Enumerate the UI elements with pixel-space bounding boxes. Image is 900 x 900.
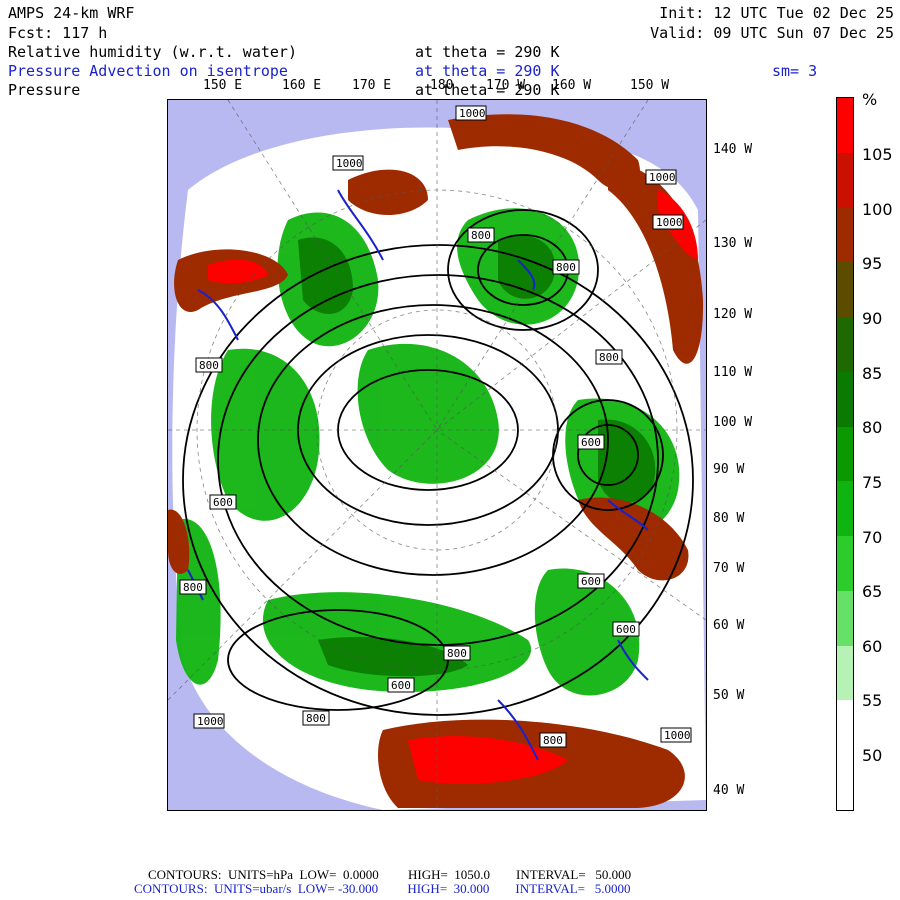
contour-label: 600 [581, 575, 601, 588]
field-2-name: Pressure Advection on isentrope [8, 62, 288, 80]
init-time: Init: 12 UTC Tue 02 Dec 25 [659, 4, 894, 22]
colorbar-label: 75 [862, 473, 883, 492]
colorbar-label: 50 [862, 746, 883, 765]
rh-colorbar [836, 97, 854, 811]
rh-field-map: 1000 1000 800 800 1000 1000 800 800 600 … [168, 100, 706, 810]
contour-label: 800 [543, 734, 563, 747]
contour-label: 600 [616, 623, 636, 636]
contour-label: 800 [556, 261, 576, 274]
colorbar-segment [837, 426, 853, 482]
lon-label-160w: 160 W [552, 78, 592, 93]
lon-label-40w: 40 W [713, 783, 745, 798]
colorbar-segment [837, 262, 853, 318]
lon-label-180: 180 [430, 78, 454, 93]
valid-time: Valid: 09 UTC Sun 07 Dec 25 [650, 24, 894, 42]
contour-label: 600 [391, 679, 411, 692]
field-3-name: Pressure [8, 81, 81, 99]
colorbar-segment [837, 590, 853, 646]
contour-label: 1000 [649, 171, 676, 184]
contour-label: 1000 [664, 729, 691, 742]
lon-label-80w: 80 W [713, 511, 745, 526]
contour-label: 800 [199, 359, 219, 372]
field-1-name: Relative humidity (w.r.t. water) [8, 43, 297, 61]
lon-label-170w: 170 W [486, 78, 526, 93]
contour-label: 800 [306, 712, 326, 725]
lon-label-150e: 150 E [203, 78, 243, 93]
lon-label-160e: 160 E [282, 78, 322, 93]
contour-label: 800 [447, 647, 467, 660]
lon-label-120w: 120 W [713, 307, 753, 322]
colorbar-segment [837, 645, 853, 701]
lon-label-50w: 50 W [713, 688, 745, 703]
lon-label-60w: 60 W [713, 618, 745, 633]
colorbar-label: 85 [862, 364, 883, 383]
colorbar-segment [837, 207, 853, 263]
colorbar-segment [837, 152, 853, 208]
lon-label-70w: 70 W [713, 561, 745, 576]
contour-label: 1000 [336, 157, 363, 170]
field-2-smoothing: sm= 3 [772, 62, 818, 80]
colorbar-segment [837, 317, 853, 373]
colorbar-label: 70 [862, 528, 883, 547]
forecast-hour: Fcst: 117 h [8, 24, 108, 42]
contour-label: 1000 [197, 715, 224, 728]
colorbar-segment [837, 481, 853, 537]
colorbar-label: 95 [862, 254, 883, 273]
colorbar-unit: % [862, 90, 878, 109]
colorbar-label: 55 [862, 691, 883, 710]
contour-label: 600 [581, 436, 601, 449]
colorbar-segment [837, 755, 853, 811]
colorbar-segment [837, 700, 853, 756]
map-panel: 1000 1000 800 800 1000 1000 800 800 600 … [167, 99, 707, 811]
lon-label-130w: 130 W [713, 236, 753, 251]
colorbar-segment [837, 536, 853, 592]
lon-label-170e: 170 E [352, 78, 392, 93]
colorbar-label: 105 [862, 145, 893, 164]
lon-label-90w: 90 W [713, 462, 745, 477]
lon-label-110w: 110 W [713, 365, 753, 380]
colorbar-label: 100 [862, 200, 893, 219]
field-1-level: at theta = 290 K [415, 43, 560, 61]
colorbar-label: 65 [862, 582, 883, 601]
colorbar-label: 60 [862, 637, 883, 656]
contour-label: 1000 [656, 216, 683, 229]
contour-label: 1000 [459, 107, 486, 120]
colorbar-label: 80 [862, 418, 883, 437]
colorbar-segment [837, 98, 853, 153]
lon-label-140w: 140 W [713, 142, 753, 157]
colorbar-segment [837, 371, 853, 427]
lon-label-150w: 150 W [630, 78, 670, 93]
contour-label: 800 [183, 581, 203, 594]
footer-contours-advection: CONTOURS: UNITS=ubar/s LOW= -30.000 HIGH… [134, 881, 631, 896]
lon-label-100w: 100 W [713, 415, 753, 430]
colorbar-label: 90 [862, 309, 883, 328]
model-title: AMPS 24-km WRF [8, 4, 135, 22]
contour-label: 800 [471, 229, 491, 242]
contour-label: 600 [213, 496, 233, 509]
